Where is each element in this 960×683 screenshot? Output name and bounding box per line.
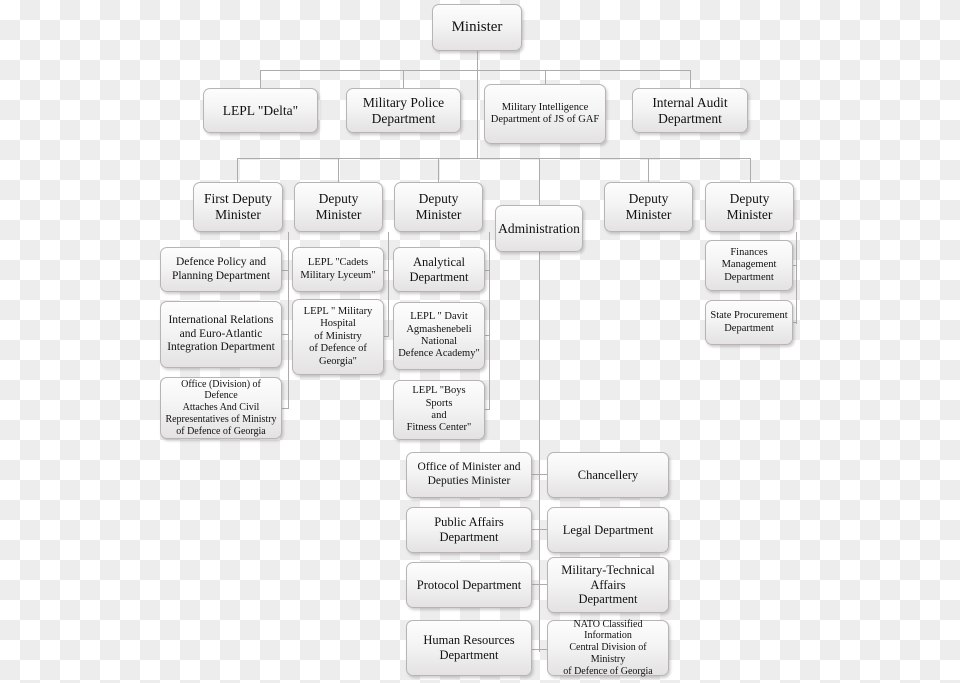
node-office-defence-attaches[interactable]: Office (Division) of Defence Attaches An… — [160, 377, 282, 439]
connector-drop-deputy-2 — [338, 158, 339, 182]
node-human-resources[interactable]: Human Resources Department — [406, 620, 532, 676]
connector-drop-first-deputy — [237, 158, 238, 182]
node-state-procurement[interactable]: State Procurement Department — [705, 300, 793, 345]
connector-administration-spine — [539, 252, 540, 652]
connector-bottom-stub-left-2 — [532, 529, 540, 530]
connector-drop-military-intelligence — [545, 70, 546, 84]
node-deputy-minister-2[interactable]: Deputy Minister — [294, 182, 383, 232]
connector-col6-spine — [796, 232, 797, 324]
node-internal-audit[interactable]: Internal Audit Department — [632, 88, 748, 133]
connector-bottom-stub-left-4 — [532, 649, 540, 650]
connector-drop-internal-audit — [690, 70, 691, 88]
node-human-resources-label: Human Resources Department — [423, 633, 515, 662]
connector-bottom-stub-left-3 — [532, 584, 540, 585]
connector-col1-stub-3 — [281, 408, 289, 409]
node-public-affairs-label: Public Affairs Department — [434, 515, 504, 544]
node-deputy-minister-6[interactable]: Deputy Minister — [705, 182, 794, 232]
connector-drop-deputy-5 — [648, 158, 649, 182]
connector-drop-deputy-6 — [750, 158, 751, 182]
node-protocol-department-label: Protocol Department — [416, 577, 522, 592]
connector-center-spine — [477, 70, 478, 158]
node-lepl-cadets[interactable]: LEPL "Cadets Military Lyceum" — [292, 247, 384, 292]
node-lepl-military-hospital[interactable]: LEPL " Military Hospital of Ministry of … — [292, 299, 384, 375]
connector-drop-deputy-3 — [438, 158, 439, 182]
node-analytical-department[interactable]: Analytical Department — [393, 247, 485, 292]
node-nato-classified[interactable]: NATO Classified Information Central Divi… — [547, 618, 669, 677]
node-nato-classified-label: NATO Classified Information Central Divi… — [563, 618, 653, 677]
node-military-police[interactable]: Military Police Department — [346, 88, 461, 133]
node-lepl-boys-sports[interactable]: LEPL "Boys Sports and Fitness Center" — [393, 380, 485, 440]
node-lepl-boys-sports-label: LEPL "Boys Sports and Fitness Center" — [406, 385, 472, 434]
node-deputy-minister-3-label: Deputy Minister — [415, 191, 462, 222]
node-international-relations-label: International Relations and Euro-Atlanti… — [167, 314, 275, 354]
node-lepl-davit-academy[interactable]: LEPL " Davit Agmashenebeli National Defe… — [393, 302, 485, 370]
connector-col3-spine — [489, 232, 490, 410]
node-military-police-label: Military Police Department — [362, 94, 445, 126]
node-protocol-department[interactable]: Protocol Department — [406, 562, 532, 608]
node-lepl-cadets-label: LEPL "Cadets Military Lyceum" — [300, 257, 376, 281]
node-finances-management[interactable]: Finances Management Department — [705, 240, 793, 291]
node-first-deputy-minister-label: First Deputy Minister — [204, 191, 272, 222]
node-chancellery-label: Chancellery — [577, 467, 639, 482]
node-defence-policy-label: Defence Policy and Planning Department — [171, 255, 271, 282]
node-lepl-military-hospital-label: LEPL " Military Hospital of Ministry of … — [303, 306, 373, 367]
node-international-relations[interactable]: International Relations and Euro-Atlanti… — [160, 301, 282, 368]
connector-minister-down — [477, 51, 478, 71]
node-deputy-minister-5[interactable]: Deputy Minister — [604, 182, 693, 232]
node-deputy-minister-3[interactable]: Deputy Minister — [394, 182, 483, 232]
node-lepl-delta[interactable]: LEPL "Delta" — [203, 88, 318, 133]
connector-drop-lepl-delta — [260, 70, 261, 88]
connector-level2-bus — [260, 70, 690, 71]
node-finances-management-label: Finances Management Department — [721, 246, 777, 283]
node-public-affairs[interactable]: Public Affairs Department — [406, 507, 532, 553]
node-military-technical[interactable]: Military-Technical Affairs Department — [547, 557, 669, 613]
node-analytical-department-label: Analytical Department — [409, 254, 469, 284]
org-chart: Minister LEPL "Delta" Military Police De… — [0, 0, 960, 683]
node-deputy-minister-5-label: Deputy Minister — [625, 191, 672, 222]
node-military-intelligence-label: Military Intelligence Department of JS o… — [490, 101, 600, 125]
node-state-procurement-label: State Procurement Department — [710, 310, 788, 334]
node-administration[interactable]: Administration — [495, 205, 583, 252]
node-lepl-delta-label: LEPL "Delta" — [222, 102, 299, 118]
node-office-of-minister-label: Office of Minister and Deputies Minister — [417, 461, 521, 487]
node-minister[interactable]: Minister — [432, 4, 522, 51]
node-deputy-minister-6-label: Deputy Minister — [726, 191, 773, 222]
node-minister-label: Minister — [451, 18, 503, 35]
node-office-defence-attaches-label: Office (Division) of Defence Attaches An… — [165, 378, 277, 437]
node-first-deputy-minister[interactable]: First Deputy Minister — [193, 182, 283, 232]
node-chancellery[interactable]: Chancellery — [547, 452, 669, 498]
node-administration-label: Administration — [498, 220, 580, 236]
node-deputy-minister-2-label: Deputy Minister — [315, 191, 362, 222]
connector-bottom-stub-left-1 — [532, 474, 540, 475]
connector-col1-stub-2 — [281, 334, 289, 335]
connector-col1-spine — [288, 232, 289, 409]
node-military-technical-label: Military-Technical Affairs Department — [561, 562, 655, 607]
connector-drop-administration — [539, 158, 540, 205]
node-office-of-minister[interactable]: Office of Minister and Deputies Minister — [406, 452, 532, 498]
node-defence-policy[interactable]: Defence Policy and Planning Department — [160, 247, 282, 292]
node-legal-department-label: Legal Department — [562, 522, 654, 537]
node-lepl-davit-academy-label: LEPL " Davit Agmashenebeli National Defe… — [398, 311, 480, 360]
node-legal-department[interactable]: Legal Department — [547, 507, 669, 553]
node-military-intelligence[interactable]: Military Intelligence Department of JS o… — [484, 84, 606, 144]
connector-drop-military-police — [403, 70, 404, 88]
connector-col1-stub-1 — [281, 270, 289, 271]
connector-col2-spine — [388, 232, 389, 337]
node-internal-audit-label: Internal Audit Department — [652, 94, 728, 126]
connector-level3-bus — [237, 158, 750, 159]
